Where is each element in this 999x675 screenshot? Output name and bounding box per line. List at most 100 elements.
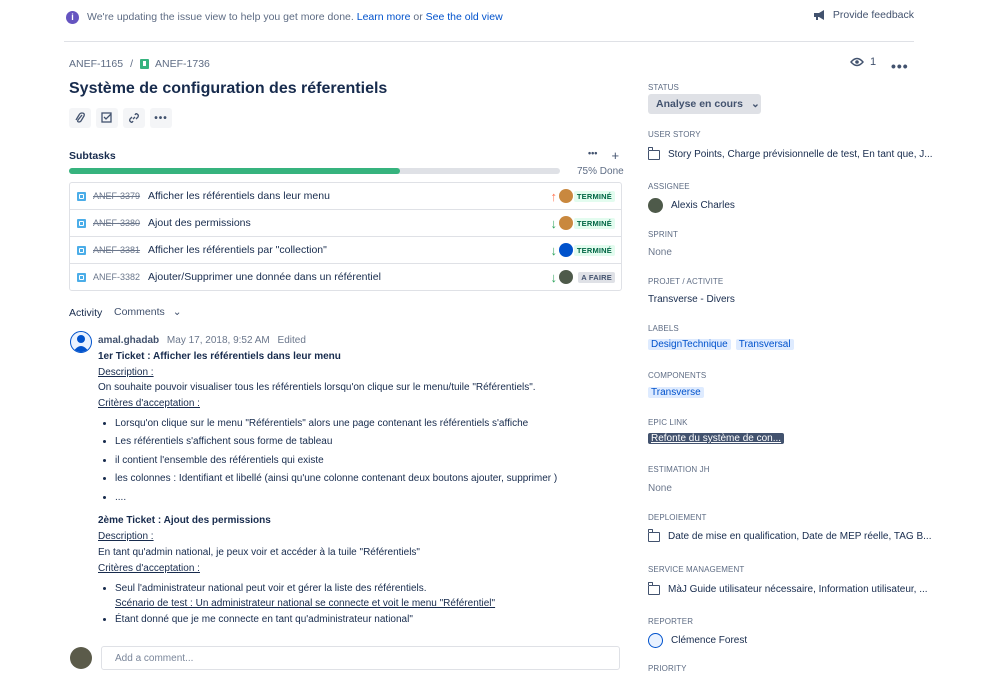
user-icon	[73, 335, 89, 352]
progress-label: 75% Done	[577, 166, 624, 177]
story-icon	[140, 59, 150, 69]
list-item[interactable]: ANEF-3379 Afficher les référentiels dans…	[70, 183, 621, 210]
list-item[interactable]: ANEF-3380 Ajout des permissions ↓ TERMIN…	[70, 210, 621, 237]
create-subtask-button[interactable]	[96, 108, 118, 128]
components-field[interactable]: Transverse	[648, 387, 709, 398]
ticket2-desc-label: Description :	[98, 531, 154, 543]
breadcrumb-current-link[interactable]: ANEF-1736	[155, 58, 210, 70]
status-dropdown[interactable]: Analyse en cours ⌄	[648, 94, 761, 114]
label-tag[interactable]: DesignTechnique	[648, 339, 731, 350]
subtask-summary[interactable]: Ajouter/Supprimer une donnée dans un réf…	[148, 271, 381, 283]
ticket1-criteria-list: Lorsqu'on clique sur le menu "Référentie…	[98, 415, 618, 508]
avatar	[648, 633, 663, 648]
avatar	[648, 198, 663, 213]
list-item: Lorsqu'on clique sur le menu "Référentie…	[115, 415, 618, 434]
eye-icon	[850, 57, 864, 67]
deploiement-label: DEPLOIEMENT	[648, 513, 707, 522]
subtask-icon	[101, 112, 112, 123]
assignee-field[interactable]: Alexis Charles	[648, 198, 735, 213]
list-item: Étant donné que je me connecte en tant q…	[115, 611, 618, 630]
breadcrumb-separator: /	[130, 58, 134, 70]
estimation-value[interactable]: None	[648, 483, 672, 494]
component-tag[interactable]: Transverse	[648, 387, 704, 398]
subtask-key[interactable]: ANEF-3382	[93, 272, 140, 282]
priority-low-icon: ↓	[550, 269, 558, 285]
subtasks-actions: ••• +	[588, 148, 619, 163]
watch-button[interactable]: 1	[850, 56, 876, 68]
epic-label: EPIC LINK	[648, 418, 688, 427]
projet-label: PROJET / ACTIVITE	[648, 277, 724, 286]
chevron-down-icon: ⌄	[750, 98, 760, 110]
divider	[64, 41, 914, 42]
status-badge[interactable]: A FAIRE	[578, 271, 615, 283]
subtask-summary[interactable]: Afficher les référentiels par "collectio…	[148, 244, 327, 256]
priority-low-icon: ↓	[550, 242, 558, 258]
ticket2-title: 2ème Ticket : Ajout des permissions	[98, 515, 271, 527]
status-badge[interactable]: TERMINÉ	[573, 244, 615, 256]
status-label: STATUS	[648, 83, 679, 92]
more-toolbar-icon[interactable]: •••	[150, 108, 172, 128]
ticket1-criteria-label: Critères d'acceptation :	[98, 398, 200, 410]
list-item: il contient l'ensemble des référentiels …	[115, 452, 618, 471]
projet-value[interactable]: Transverse - Divers	[648, 294, 735, 305]
priority-low-icon: ↓	[550, 215, 558, 231]
deploiement-value: Date de mise en qualification, Date de M…	[668, 531, 932, 542]
link-issue-button[interactable]	[123, 108, 145, 128]
comment-edited: Edited	[277, 335, 306, 346]
attach-button[interactable]	[69, 108, 91, 128]
info-icon: i	[66, 10, 79, 24]
old-view-link[interactable]: See the old view	[426, 11, 503, 23]
subtask-key[interactable]: ANEF-3380	[93, 218, 140, 228]
comment: amal.ghadab May 17, 2018, 9:52 AM Edited…	[98, 333, 618, 635]
issue-toolbar: •••	[69, 108, 172, 128]
subtask-type-icon	[77, 191, 86, 201]
banner-or: or	[413, 11, 423, 23]
watchers-count: 1	[870, 56, 877, 68]
sprint-value[interactable]: None	[648, 247, 672, 258]
subtask-summary[interactable]: Afficher les référentiels dans leur menu	[148, 190, 330, 202]
subtask-summary[interactable]: Ajout des permissions	[148, 217, 251, 229]
more-actions-icon[interactable]: •••	[891, 58, 909, 74]
reporter-field[interactable]: Clémence Forest	[648, 633, 747, 648]
info-banner: i We're updating the issue view to help …	[64, 8, 914, 26]
list-item[interactable]: ANEF-3381 Afficher les référentiels par …	[70, 237, 621, 264]
epic-link[interactable]: Refonte du système de con...	[648, 433, 785, 444]
activity-filter-label: Comments	[114, 306, 165, 318]
subtask-key[interactable]: ANEF-3379	[93, 191, 140, 201]
activity-filter-dropdown[interactable]: Comments ⌄	[114, 306, 182, 318]
sprint-label: SPRINT	[648, 230, 678, 239]
user-story-label: USER STORY	[648, 130, 701, 139]
subtasks-more-icon[interactable]: •••	[588, 148, 597, 163]
labels-field[interactable]: DesignTechnique Transversal	[648, 339, 799, 350]
add-subtask-icon[interactable]: +	[611, 148, 619, 163]
avatar	[559, 189, 573, 203]
subtask-type-icon	[77, 218, 86, 228]
service-field[interactable]: MàJ Guide utilisateur nécessaire, Inform…	[648, 581, 928, 595]
ticket2-criteria-label: Critères d'acceptation :	[98, 562, 200, 574]
learn-more-link[interactable]: Learn more	[357, 11, 411, 23]
breadcrumb-parent-link[interactable]: ANEF-1165	[69, 58, 123, 70]
user-story-value: Story Points, Charge prévisionnelle de t…	[668, 149, 933, 160]
subtask-type-icon	[77, 272, 86, 282]
status-value: Analyse en cours	[656, 98, 743, 110]
deploiement-field[interactable]: Date de mise en qualification, Date de M…	[648, 528, 932, 542]
comment-author[interactable]: amal.ghadab	[98, 335, 159, 346]
ticket1-title: 1er Ticket : Afficher les référentiels d…	[98, 350, 341, 362]
list-item[interactable]: ANEF-3382 Ajouter/Supprimer une donnée d…	[70, 264, 621, 290]
breadcrumb: ANEF-1165 / ANEF-1736	[69, 58, 210, 70]
status-badge[interactable]: TERMINÉ	[573, 190, 615, 202]
label-tag[interactable]: Transversal	[735, 339, 794, 350]
subtask-key[interactable]: ANEF-3381	[93, 245, 140, 255]
page-title[interactable]: Système de configuration des réferentiel…	[69, 80, 387, 98]
user-story-field[interactable]: Story Points, Charge prévisionnelle de t…	[648, 146, 933, 160]
reporter-label: REPORTER	[648, 617, 694, 626]
epic-field[interactable]: Refonte du système de con...	[648, 433, 785, 444]
provide-feedback-button[interactable]: Provide feedback	[813, 9, 914, 21]
add-comment-input[interactable]: Add a comment...	[101, 646, 620, 670]
list-item: Les référentiels s'affichent sous forme …	[115, 433, 618, 452]
assignee-label: ASSIGNEE	[648, 182, 690, 191]
status-badge[interactable]: TERMINÉ	[573, 217, 615, 229]
ticket1-desc-label: Description :	[98, 366, 154, 378]
folder-icon	[648, 581, 660, 595]
service-label: SERVICE MANAGEMENT	[648, 565, 745, 574]
